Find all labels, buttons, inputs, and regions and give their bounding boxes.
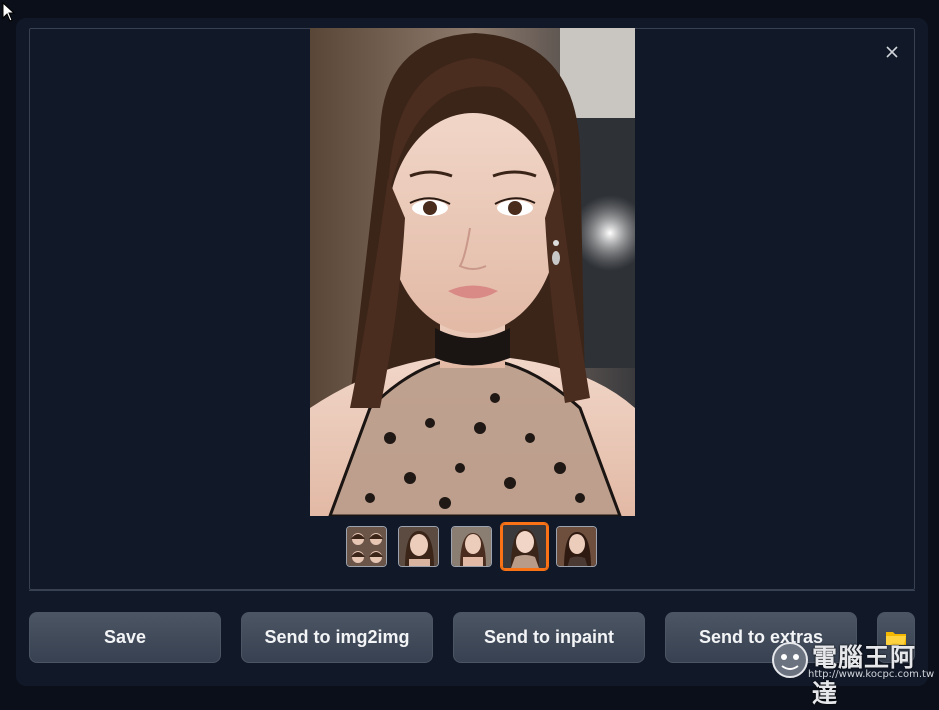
watermark-logo-icon xyxy=(772,642,808,678)
watermark: 電腦王阿達 http://www.kocpc.com.tw xyxy=(770,636,938,708)
mouse-cursor-icon xyxy=(2,2,16,22)
thumbnail-5[interactable] xyxy=(556,526,597,567)
watermark-url: http://www.kocpc.com.tw xyxy=(808,669,935,680)
close-icon xyxy=(886,46,898,58)
thumbnail-3[interactable] xyxy=(451,526,492,567)
thumbnail-4[interactable] xyxy=(501,523,548,570)
send-to-inpaint-button[interactable]: Send to inpaint xyxy=(453,612,645,663)
thumbnail-1[interactable] xyxy=(346,526,387,567)
close-gallery-button[interactable] xyxy=(880,40,904,64)
save-button-label: Save xyxy=(103,627,147,647)
generated-image-preview[interactable] xyxy=(310,28,635,516)
gallery-divider xyxy=(29,590,915,591)
save-button[interactable]: Save xyxy=(29,612,221,663)
send-to-img2img-button[interactable]: Send to img2img xyxy=(241,612,433,663)
send-to-img2img-label: Send to img2img xyxy=(264,627,410,647)
send-to-inpaint-label: Send to inpaint xyxy=(484,627,614,647)
thumbnail-2[interactable] xyxy=(398,526,439,567)
